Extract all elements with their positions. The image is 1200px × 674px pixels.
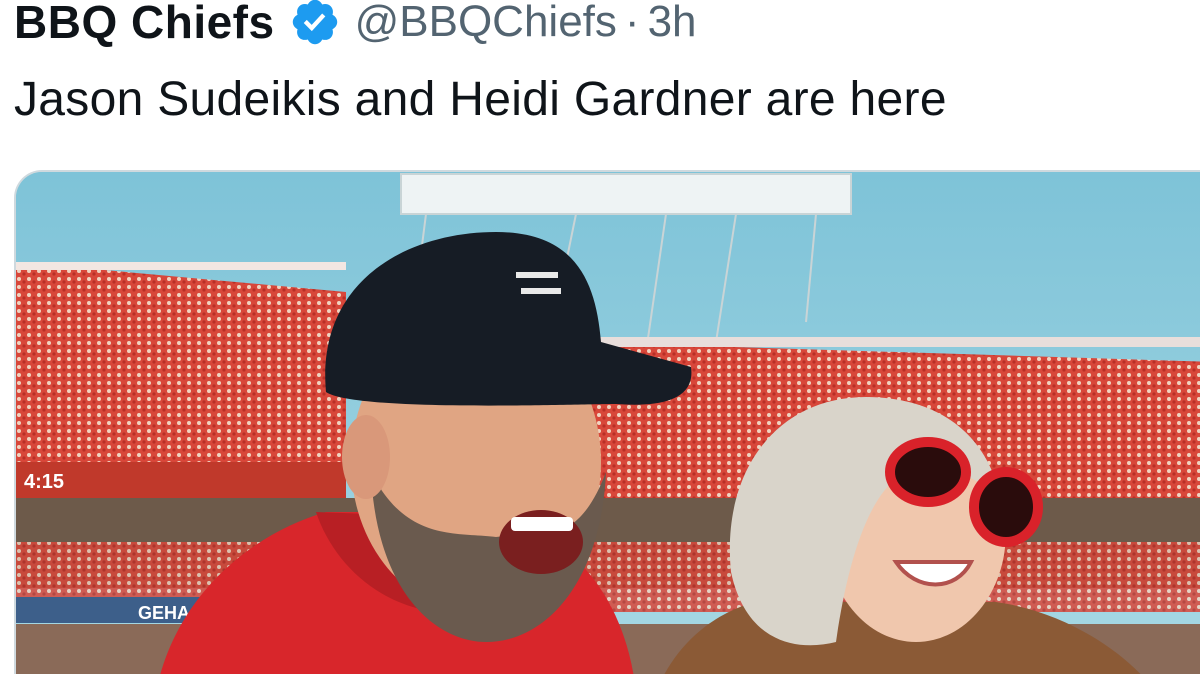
tweet-text: Jason Sudeikis and Heidi Gardner are her…	[14, 73, 947, 126]
photo-illustration: 4:15 GEHA	[16, 172, 1200, 674]
timestamp[interactable]: 3h	[648, 0, 697, 47]
display-name[interactable]: BBQ Chiefs	[14, 0, 275, 49]
tweet-photo[interactable]: 4:15 GEHA	[14, 170, 1200, 674]
separator-dot: ·	[624, 0, 640, 46]
scoreboard-text: 4:15	[24, 471, 64, 493]
user-handle[interactable]: @BBQChiefs	[355, 0, 617, 47]
tweet[interactable]: BBQ Chiefs @BBQChiefs · 3h Jason Sudeiki…	[0, 0, 1200, 674]
verified-badge-icon	[289, 0, 341, 48]
sign-text: GEHA	[138, 603, 190, 623]
tweet-header: BBQ Chiefs @BBQChiefs · 3h	[14, 0, 697, 52]
